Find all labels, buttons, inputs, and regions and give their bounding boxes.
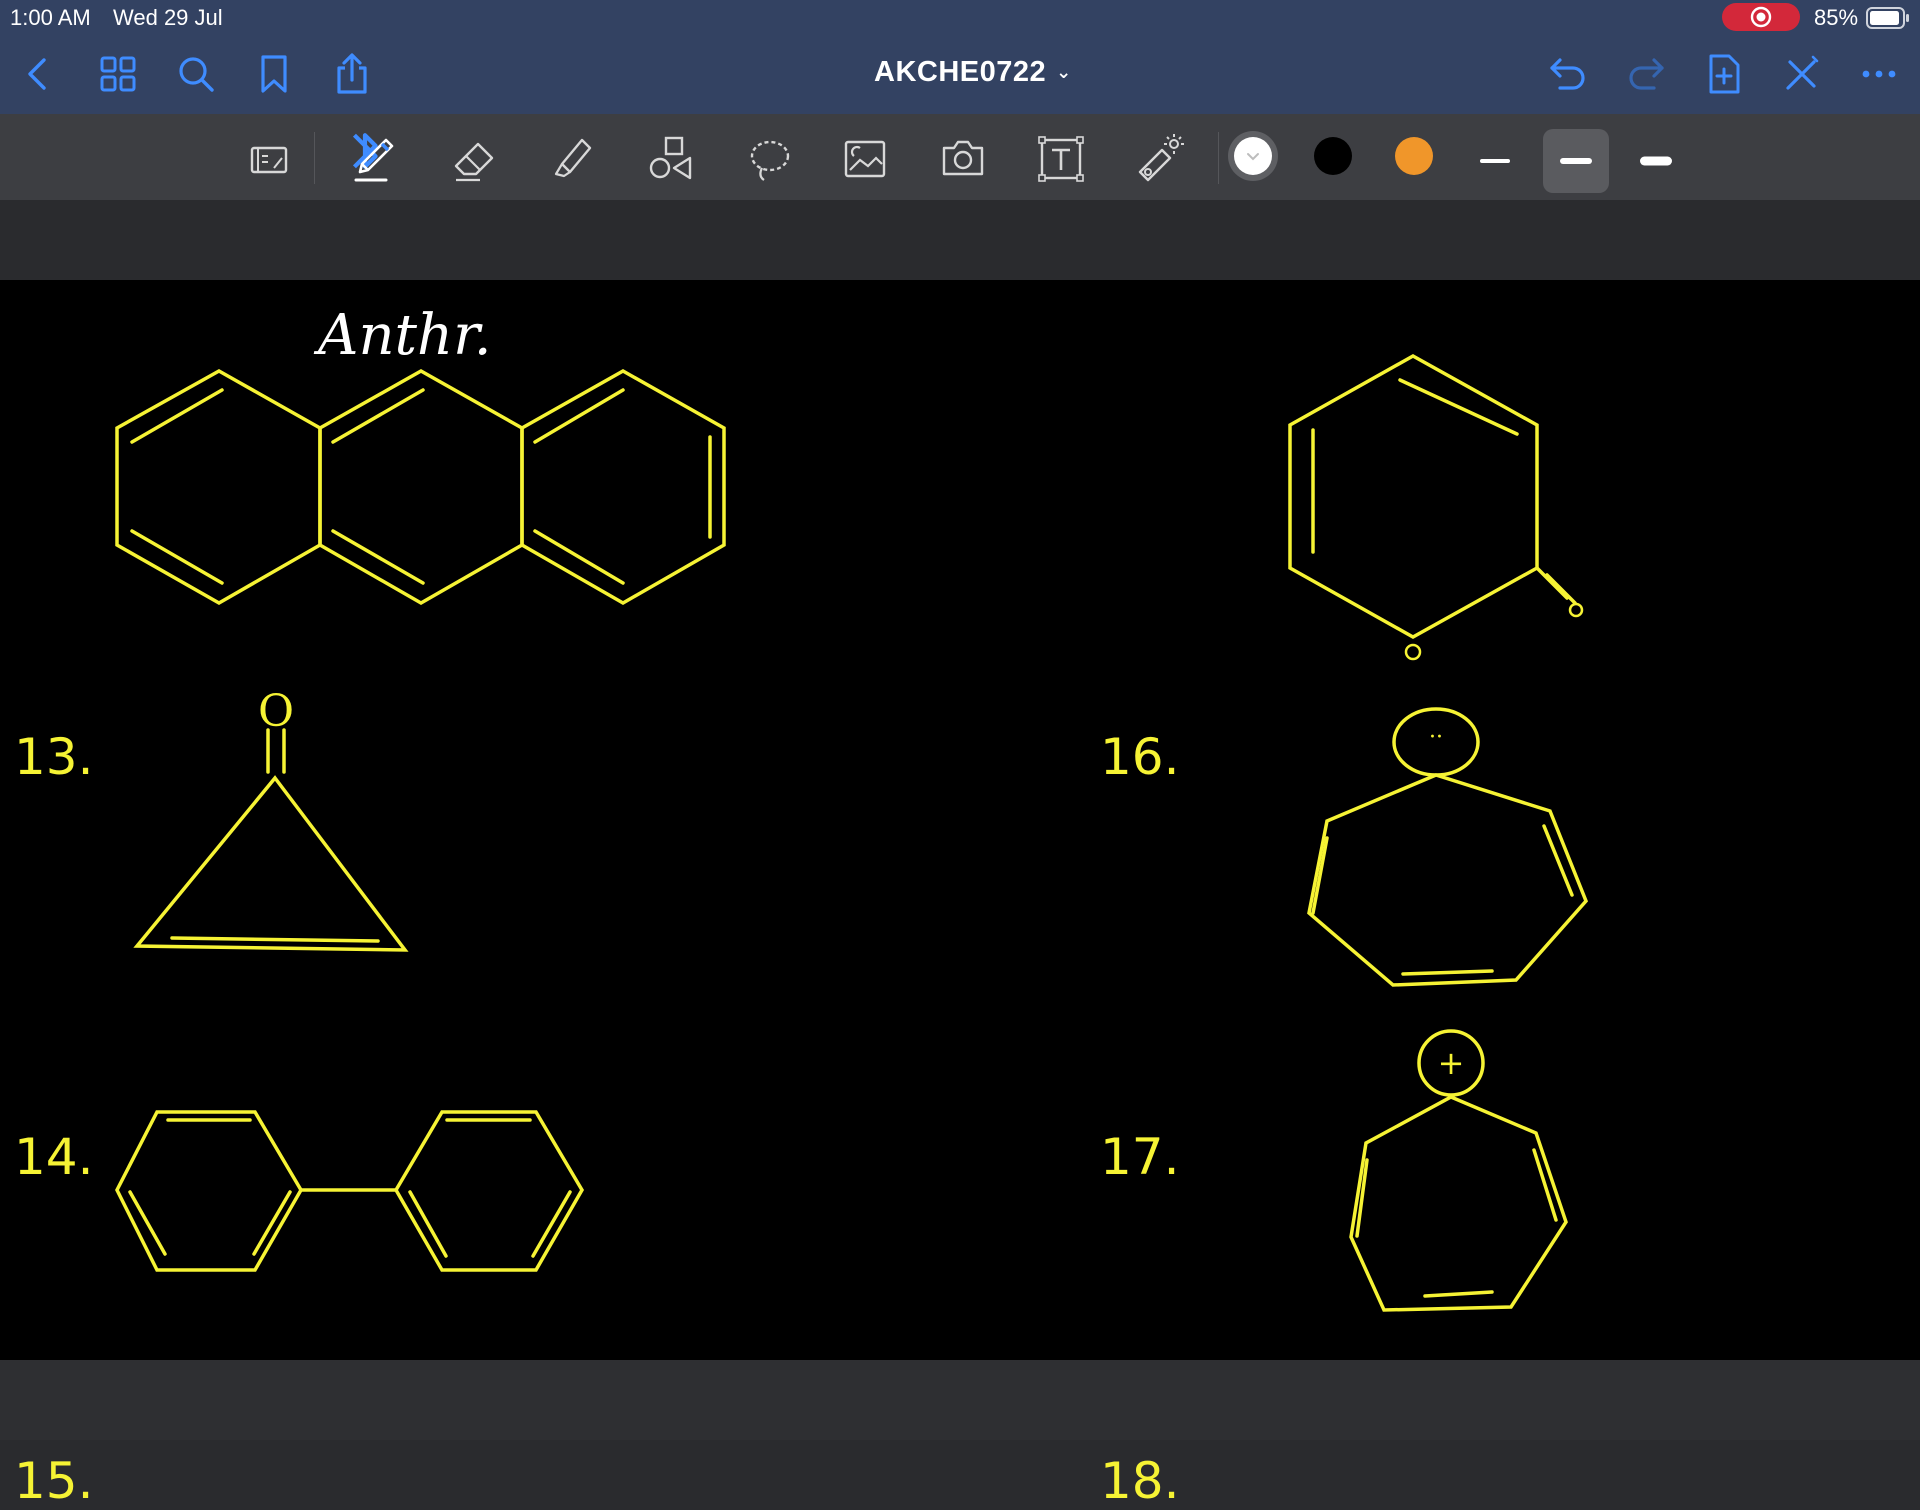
pyranone-structure bbox=[1288, 353, 1584, 661]
canvas-margin-bottom bbox=[0, 1360, 1920, 1440]
anion-lone-pair-label: ·· bbox=[1429, 725, 1443, 750]
handwritten-note: Anthr. bbox=[313, 303, 492, 368]
question-number-15: 15. bbox=[14, 1452, 94, 1510]
ink-layer: Anthr. O ·· + bbox=[115, 303, 1589, 1312]
biphenyl-structure bbox=[115, 1110, 585, 1272]
cyclopropenone-structure bbox=[133, 728, 409, 952]
cycloheptatrienyl-anion-structure bbox=[1307, 707, 1589, 987]
carbonyl-oxygen-label: O bbox=[258, 686, 294, 737]
question-number-18: 18. bbox=[1100, 1452, 1180, 1510]
anthracene-structure bbox=[115, 368, 726, 606]
cation-charge-label: + bbox=[1438, 1044, 1465, 1082]
